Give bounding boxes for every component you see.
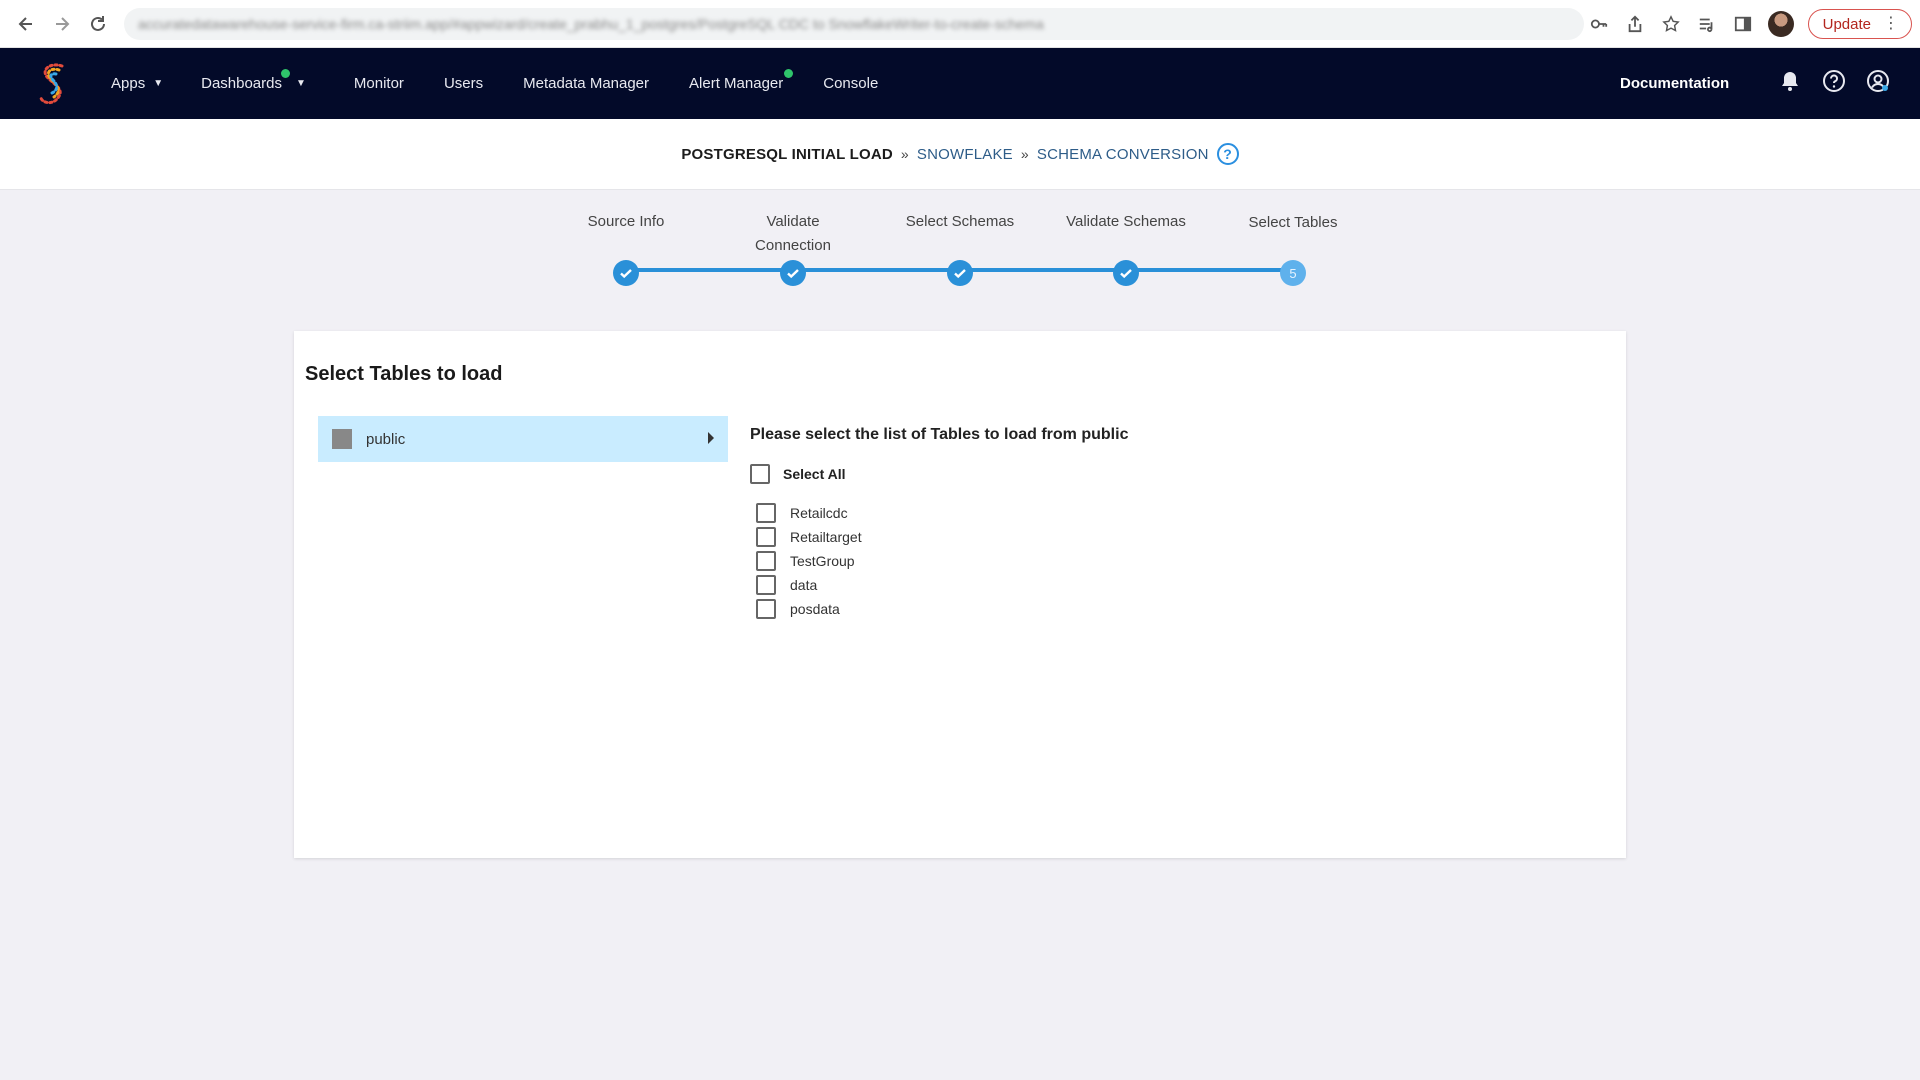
nav-console[interactable]: Console: [823, 75, 878, 92]
select-all-label: Select All: [783, 466, 846, 482]
table-row[interactable]: Retailcdc: [756, 501, 862, 525]
update-button-label: Update: [1822, 15, 1871, 33]
check-icon[interactable]: [1113, 260, 1139, 286]
step-label: Select Schemas: [905, 213, 1015, 230]
status-dot: [784, 69, 794, 78]
reload-icon[interactable]: [80, 6, 116, 42]
table-checkbox[interactable]: [756, 575, 776, 595]
caret-down-icon: ▼: [153, 78, 164, 89]
table-row[interactable]: data: [756, 573, 862, 597]
help-icon[interactable]: [1822, 69, 1846, 98]
table-checkbox[interactable]: [756, 503, 776, 523]
breadcrumb-item-schema-conversion[interactable]: SCHEMA CONVERSION: [1037, 146, 1209, 163]
check-icon[interactable]: [780, 260, 806, 286]
table-checkbox[interactable]: [756, 551, 776, 571]
forward-icon[interactable]: [44, 6, 80, 42]
striim-logo-icon[interactable]: [36, 60, 70, 106]
select-tables-card: Select Tables to load public Please sele…: [294, 331, 1626, 858]
key-icon[interactable]: [1588, 13, 1610, 35]
side-panel-icon[interactable]: [1732, 13, 1754, 35]
address-bar[interactable]: accuratedatawarehouse-service-firm.ca-st…: [124, 8, 1584, 40]
reading-list-icon[interactable]: [1696, 13, 1718, 35]
kebab-menu-icon: ⋮: [1883, 15, 1899, 32]
user-account-icon[interactable]: [1866, 69, 1890, 98]
page-title: Select Tables to load: [305, 363, 503, 385]
select-all-checkbox[interactable]: [750, 464, 770, 484]
nav-apps-label: Apps: [111, 75, 146, 92]
select-all-option[interactable]: Select All: [750, 464, 846, 484]
table-checkbox[interactable]: [756, 527, 776, 547]
table-name: data: [790, 577, 818, 593]
breadcrumb-item-snowflake[interactable]: SNOWFLAKE: [917, 146, 1013, 163]
schema-checkbox[interactable]: [332, 429, 352, 449]
step-label: Select Tables: [1248, 214, 1338, 231]
breadcrumb: POSTGRESQL INITIAL LOAD » SNOWFLAKE » SC…: [681, 143, 1239, 165]
step-select-tables: Select Tables: [1210, 211, 1376, 259]
schema-label: public: [366, 430, 406, 448]
nav-apps[interactable]: Apps ▼: [111, 75, 163, 92]
documentation-link[interactable]: Documentation: [1620, 48, 1729, 119]
back-icon[interactable]: [8, 6, 44, 42]
table-name: TestGroup: [790, 553, 855, 569]
nav-console-label: Console: [823, 75, 879, 92]
schema-item-public[interactable]: public: [318, 416, 728, 462]
breadcrumb-bar: POSTGRESQL INITIAL LOAD » SNOWFLAKE » SC…: [0, 119, 1920, 190]
step-label: Validate Connection: [755, 213, 831, 254]
nav-users-label: Users: [443, 75, 484, 92]
status-dot: [281, 69, 291, 78]
double-chevron-right-icon: »: [900, 146, 909, 162]
nav-users[interactable]: Users: [444, 75, 483, 92]
share-icon[interactable]: [1624, 13, 1646, 35]
check-icon[interactable]: [613, 260, 639, 286]
browser-update-button[interactable]: Update ⋮: [1807, 9, 1912, 39]
help-circle-icon[interactable]: ?: [1216, 143, 1239, 165]
step-label: Source Info: [587, 213, 665, 230]
table-name: Retailtarget: [790, 529, 862, 545]
browser-toolbar: accuratedatawarehouse-service-firm.ca-st…: [0, 0, 1920, 48]
tables-prompt: Please select the list of Tables to load…: [750, 426, 1129, 443]
nav-dashboards-label: Dashboards: [201, 75, 282, 92]
step-number-current: 5: [1280, 260, 1306, 286]
double-chevron-right-icon: »: [1020, 146, 1029, 162]
nav-monitor[interactable]: Monitor: [354, 75, 404, 92]
step-source-info: Source Info: [543, 210, 709, 258]
table-name: posdata: [790, 601, 840, 617]
nav-monitor-label: Monitor: [353, 75, 404, 92]
nav-alert-manager[interactable]: Alert Manager: [689, 69, 794, 92]
table-row[interactable]: TestGroup: [756, 549, 862, 573]
table-row[interactable]: Retailtarget: [756, 525, 862, 549]
step-select-schemas: Select Schemas: [877, 210, 1043, 258]
table-list: Retailcdc Retailtarget TestGroup data po…: [756, 501, 862, 621]
step-validate-connection: Validate Connection: [710, 210, 876, 258]
nav-metadata-manager[interactable]: Metadata Manager: [523, 75, 649, 92]
caret-right-icon: [708, 432, 714, 444]
profile-avatar[interactable]: [1767, 11, 1794, 37]
bell-icon[interactable]: [1778, 69, 1802, 98]
bookmark-star-icon[interactable]: [1660, 13, 1682, 35]
table-name: Retailcdc: [790, 505, 848, 521]
check-icon[interactable]: [947, 260, 973, 286]
caret-down-icon: ▼: [296, 78, 306, 89]
table-row[interactable]: posdata: [756, 597, 862, 621]
app-header: Apps ▼ Dashboards ▼ Monitor Users Metada…: [0, 48, 1920, 119]
breadcrumb-item-initial-load[interactable]: POSTGRESQL INITIAL LOAD: [681, 146, 893, 163]
nav-metadata-manager-label: Metadata Manager: [523, 75, 650, 92]
step-label: Validate Schemas: [1066, 213, 1186, 230]
nav-alert-manager-label: Alert Manager: [689, 75, 784, 92]
table-checkbox[interactable]: [756, 599, 776, 619]
step-validate-schemas: Validate Schemas: [1043, 210, 1209, 258]
nav-dashboards[interactable]: Dashboards ▼: [201, 69, 306, 92]
address-bar-url: accuratedatawarehouse-service-firm.ca-st…: [138, 16, 1044, 32]
